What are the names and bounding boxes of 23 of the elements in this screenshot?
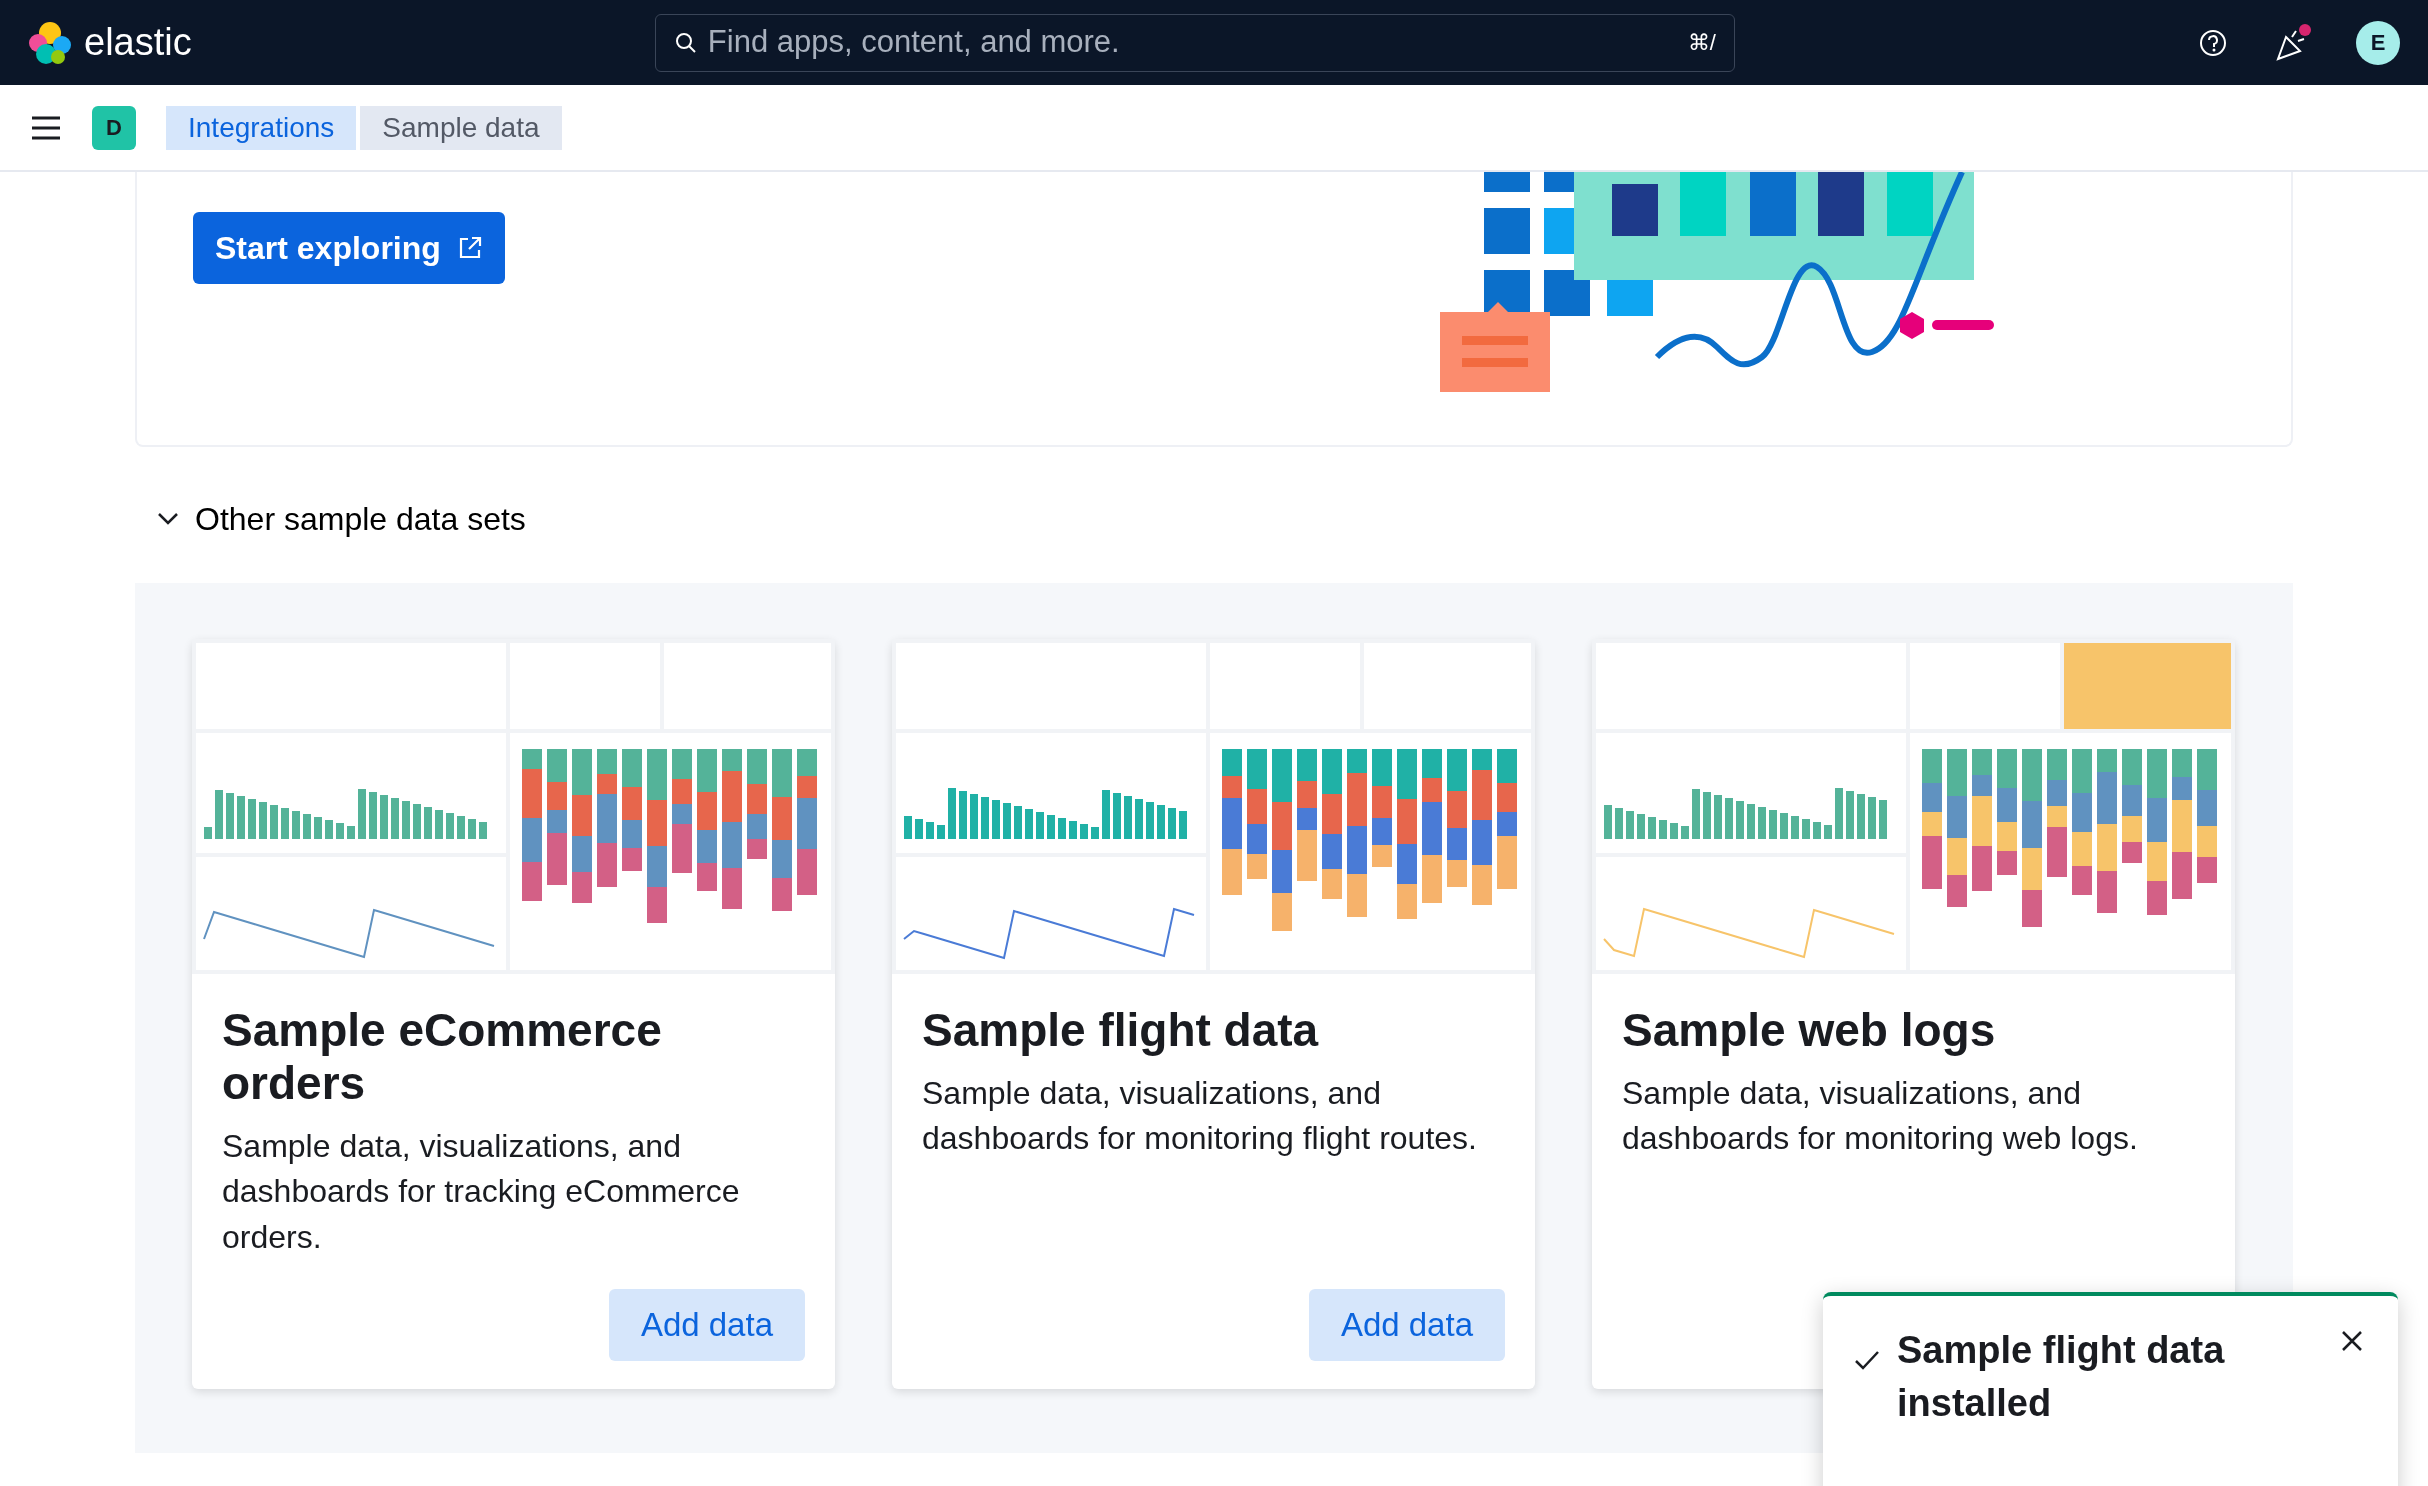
- card-title: Sample flight data: [922, 1004, 1320, 1057]
- user-avatar[interactable]: E: [2356, 20, 2400, 65]
- menu-icon[interactable]: [30, 114, 62, 141]
- add-data-button[interactable]: Add data: [608, 1289, 805, 1361]
- start-exploring-button[interactable]: Start exploring: [193, 212, 505, 284]
- card-title: Sample eCommerce orders: [222, 1004, 663, 1110]
- keyboard-shortcut: ⌘/: [1687, 29, 1716, 57]
- logo-text[interactable]: elastic: [84, 14, 192, 71]
- card-description: Sample data, visualizations, and dashboards for monitoring flight routes.: [922, 1073, 1478, 1159]
- search-icon: [673, 30, 698, 55]
- help-icon[interactable]: [2198, 27, 2228, 58]
- card-description: Sample data, visualizations, and dashboards for monitoring web logs.: [1622, 1073, 2139, 1159]
- search-placeholder: Find apps, content, and more.: [707, 23, 1120, 62]
- section-toggle[interactable]: Other sample data sets: [135, 495, 546, 543]
- card-title: Sample web logs: [1622, 1004, 1997, 1057]
- elastic-logo-icon[interactable]: [28, 20, 72, 65]
- breadcrumb[interactable]: Integrations: [166, 105, 357, 150]
- toast-title: Sample flight data installed: [1897, 1328, 2226, 1427]
- search-field[interactable]: Find apps, content, and more. ⌘/: [654, 13, 1735, 72]
- add-data-button[interactable]: Add data: [1308, 1289, 1505, 1361]
- breadcrumb[interactable]: Sample data: [360, 105, 562, 150]
- space-avatar[interactable]: D: [92, 105, 136, 150]
- card-description: Sample data, visualizations, and dashboards for tracking eCommerce orders.: [222, 1126, 741, 1257]
